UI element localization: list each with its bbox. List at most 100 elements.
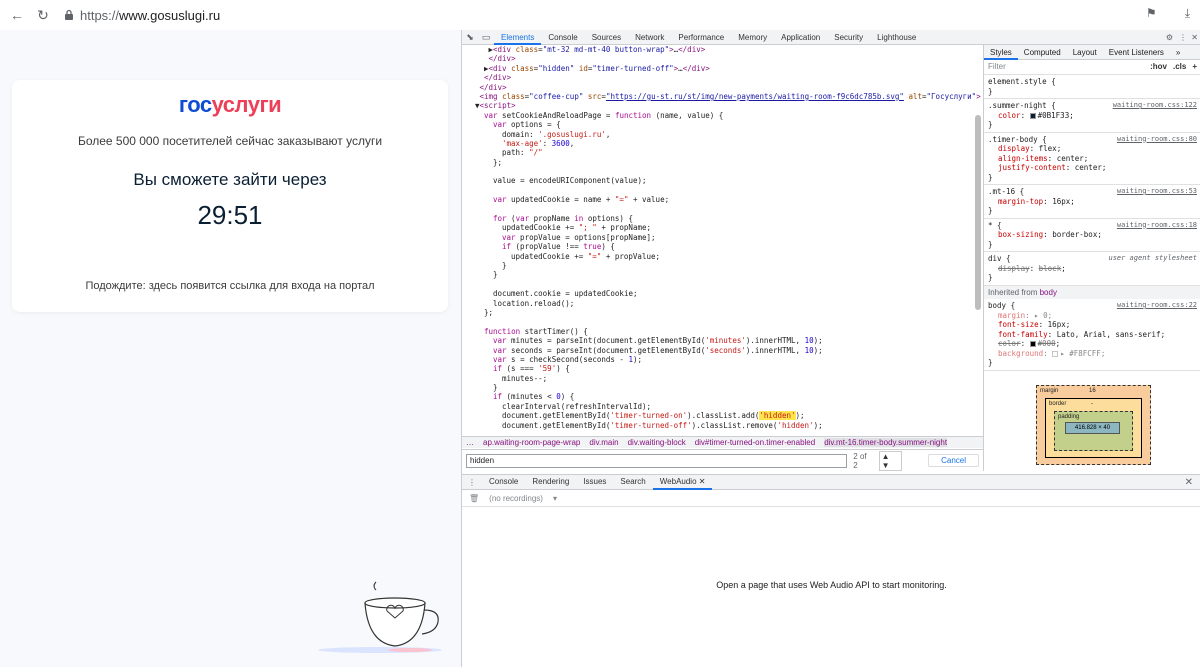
breadcrumb-more[interactable]: … (466, 438, 474, 447)
breadcrumb-item[interactable]: div.main (589, 438, 618, 447)
code-line: value = encodeURIComponent(value); (493, 176, 647, 186)
drawer-menu-icon[interactable]: ⋮ (462, 478, 482, 487)
css-property[interactable]: color: #000; (988, 339, 1197, 349)
inspect-element-icon[interactable]: ⬊ (462, 32, 478, 43)
filter-tool-button[interactable]: + (1192, 62, 1197, 72)
tab-memory[interactable]: Memory (731, 30, 774, 45)
styles-tab-1[interactable]: Computed (1018, 45, 1067, 60)
settings-gear-icon[interactable]: ⚙ (1166, 33, 1173, 42)
gosuslugi-logo[interactable]: госуслуги (12, 92, 448, 118)
color-swatch[interactable] (1029, 341, 1036, 347)
more-options-icon[interactable]: ⋮ (1179, 33, 1187, 42)
tab-network[interactable]: Network (628, 30, 671, 45)
drawer-tab-webaudio[interactable]: WebAudio ✕ (652, 474, 713, 490)
styles-tab-2[interactable]: Layout (1067, 45, 1103, 60)
css-source-link[interactable]: waiting-room.css:80 (1117, 135, 1197, 145)
css-property[interactable]: color: #0B1F33; (988, 111, 1197, 121)
css-prop-value: ▸ 0 (1034, 310, 1048, 320)
webpage-viewport: госуслуги Более 500 000 посетителей сейч… (0, 30, 461, 667)
css-property[interactable]: box-sizing: border-box; (988, 230, 1197, 240)
css-prop-value: ▸ #F8FCFF (1060, 348, 1101, 358)
dom-search-input[interactable] (466, 453, 848, 468)
drawer-tab-search[interactable]: Search (613, 474, 652, 490)
search-nav-arrows[interactable]: ▲ ▼ (878, 450, 903, 471)
css-rule[interactable]: .mt-16 {waiting-room.css:53 margin-top: 1… (984, 185, 1200, 219)
close-tab-icon[interactable]: ✕ (697, 477, 706, 486)
code-line: </div> (479, 82, 507, 92)
css-source-link[interactable]: waiting-room.css:22 (1117, 301, 1197, 311)
drawer-tab-issues[interactable]: Issues (576, 474, 613, 490)
css-property[interactable]: font-size: 16px; (988, 320, 1197, 330)
breadcrumb-item[interactable]: ap.waiting-room-page-wrap (483, 438, 580, 447)
tab-security[interactable]: Security (827, 30, 870, 45)
box-model-diagram: margin 16 border - padding 416.828 × 40 (984, 371, 1200, 465)
css-property[interactable]: margin-top: 16px; (988, 197, 1197, 207)
css-rule[interactable]: body {waiting-room.css:22 margin: ▸ 0; fon… (984, 299, 1200, 371)
back-arrow-icon[interactable]: ← (8, 6, 26, 24)
search-cancel-button[interactable]: Cancel (928, 454, 979, 467)
breadcrumb-item[interactable]: div#timer-turned-on.timer-enabled (695, 438, 816, 447)
elements-tree[interactable]: ▶<div class="mt-32 md-mt-40 button-wrap"… (462, 45, 983, 435)
styles-tab-0[interactable]: Styles (984, 45, 1018, 60)
css-property[interactable]: background: ▸ #F8FCFF; (988, 349, 1197, 359)
code-line: </div> (488, 54, 516, 64)
elements-scrollbar[interactable] (975, 115, 981, 310)
clear-trash-icon[interactable]: 🗑 (469, 494, 479, 503)
css-prop-name: background (998, 348, 1044, 358)
address-bar[interactable]: https://www.gosuslugi.ru (64, 6, 220, 24)
css-property[interactable]: display: block; (988, 264, 1197, 274)
css-rule[interactable]: .timer-body {waiting-room.css:80 display:… (984, 133, 1200, 185)
css-property[interactable]: display: flex; (988, 144, 1197, 154)
filter-tool-button[interactable]: .cls (1173, 62, 1186, 72)
dropdown-arrow-icon[interactable]: ▾ (553, 494, 557, 503)
css-prop-value: center (1056, 153, 1084, 163)
bookmark-icon[interactable]: ⚑ (1146, 6, 1157, 21)
tab-sources[interactable]: Sources (585, 30, 628, 45)
breadcrumb-item[interactable]: div.mt-16.timer-body.summer-night (824, 438, 948, 447)
css-rule[interactable]: * {waiting-room.css:18 box-sizing: border… (984, 219, 1200, 252)
code-line: var s = checkSecond(seconds - 1); (493, 354, 643, 364)
code-line: document.getElementById('timer-turned-on… (502, 411, 805, 421)
tab-elements[interactable]: Elements (494, 30, 542, 45)
code-line: } (502, 260, 507, 270)
color-swatch[interactable] (1029, 112, 1036, 119)
css-property[interactable]: font-family: Lato, Arial, sans-serif; (988, 330, 1197, 340)
code-line: </div> (484, 73, 512, 83)
reload-icon[interactable]: ↻ (34, 6, 52, 24)
close-drawer-icon[interactable]: ✕ (1185, 477, 1193, 488)
tab-application[interactable]: Application (774, 30, 827, 45)
color-swatch[interactable] (1052, 350, 1059, 357)
css-source-link[interactable]: waiting-room.css:53 (1117, 187, 1197, 197)
drawer-tab-console[interactable]: Console (482, 474, 525, 490)
enter-title: Вы сможете зайти через (133, 170, 327, 189)
styles-tab-3[interactable]: Event Listeners (1103, 45, 1170, 60)
recordings-select[interactable]: (no recordings) (489, 494, 543, 503)
tab-performance[interactable]: Performance (671, 30, 731, 45)
tab-console[interactable]: Console (541, 30, 584, 45)
css-source-link[interactable]: waiting-room.css:18 (1117, 221, 1197, 231)
code-line: <img class="coffee-cup" src="https://gu-… (479, 91, 981, 101)
css-rule[interactable]: .summer-night {waiting-room.css:122 color… (984, 99, 1200, 133)
code-line: updatedCookie += "=" + propValue; (511, 251, 661, 261)
styles-tab-4[interactable]: » (1170, 45, 1186, 60)
code-line: var seconds = parseInt(document.getEleme… (493, 345, 823, 355)
browser-toolbar: ← ↻ https://www.gosuslugi.ru ⚑ ⤓ (0, 0, 1200, 30)
css-prop-name: justify-content (998, 163, 1066, 172)
close-devtools-icon[interactable]: ✕ (1191, 33, 1198, 42)
drawer-tab-rendering[interactable]: Rendering (525, 474, 576, 490)
filter-tool-button[interactable]: :hov (1150, 62, 1167, 72)
css-rule[interactable]: element.style {} (984, 75, 1200, 99)
breadcrumb-item[interactable]: div.waiting-block (628, 438, 686, 447)
css-property[interactable]: justify-content: center; (988, 163, 1197, 173)
styles-filter-input[interactable]: Filter (988, 62, 1006, 72)
css-property[interactable]: align-items: center; (988, 154, 1197, 164)
download-icon[interactable]: ⤓ (1185, 6, 1190, 21)
code-line: var propValue = options[propName]; (502, 232, 656, 242)
tab-lighthouse[interactable]: Lighthouse (870, 30, 923, 45)
css-rule[interactable]: div {user agent stylesheet display: block… (984, 252, 1200, 286)
css-source-link[interactable]: waiting-room.css:122 (1113, 101, 1197, 111)
device-toolbar-icon[interactable]: ▭ (478, 32, 494, 43)
css-prop-value: 16px (1047, 320, 1066, 329)
css-property[interactable]: margin: ▸ 0; (988, 311, 1197, 321)
